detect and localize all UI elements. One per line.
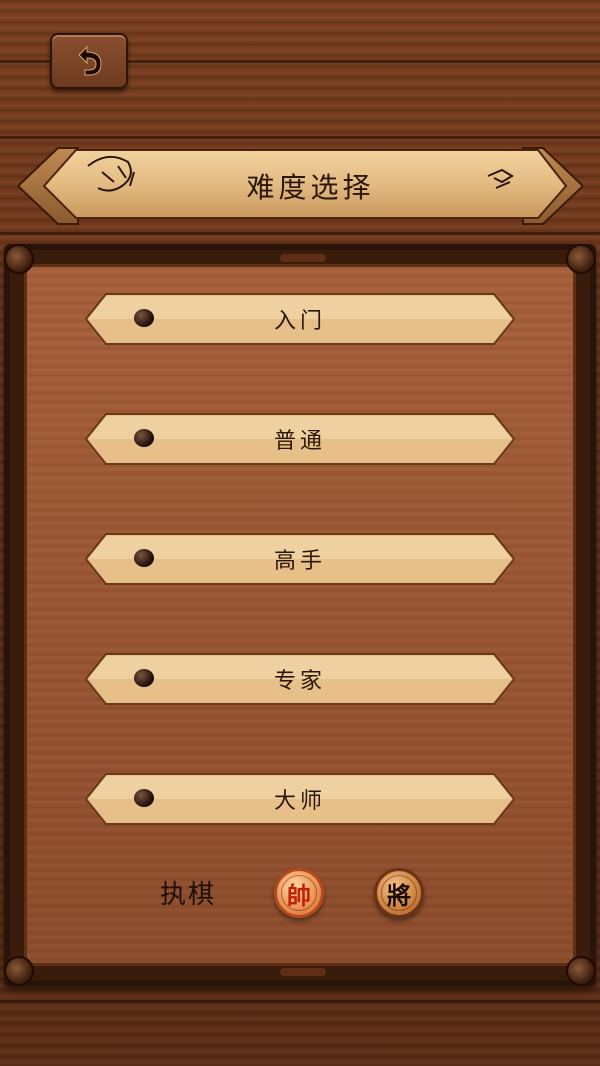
wood-seam bbox=[0, 232, 600, 235]
frame-corner-ornament bbox=[566, 956, 596, 986]
panel-inner bbox=[24, 264, 576, 966]
difficulty-label: 大师 bbox=[273, 789, 326, 814]
frame-corner-ornament bbox=[4, 956, 34, 986]
frame-corner-ornament bbox=[566, 244, 596, 274]
piece-ring bbox=[381, 875, 417, 911]
difficulty-button-normal[interactable]: 普通 bbox=[84, 412, 516, 466]
red-side-piece-button[interactable]: 帥 bbox=[274, 868, 324, 918]
wood-seam bbox=[0, 1000, 600, 1003]
frame-corner-ornament bbox=[4, 244, 34, 274]
side-select-label: 执棋 bbox=[160, 880, 217, 910]
frame-notch bbox=[280, 254, 326, 262]
difficulty-button-master[interactable]: 大师 bbox=[84, 772, 516, 826]
back-button[interactable] bbox=[50, 33, 128, 89]
undo-arrow-icon bbox=[78, 45, 102, 76]
difficulty-label: 普通 bbox=[273, 429, 326, 454]
difficulty-label: 高手 bbox=[273, 549, 326, 574]
difficulty-button-beginner[interactable]: 入门 bbox=[84, 292, 516, 346]
difficulty-button-specialist[interactable]: 专家 bbox=[84, 652, 516, 706]
title-banner: 难度选择 bbox=[18, 142, 583, 230]
difficulty-label: 入门 bbox=[273, 309, 326, 334]
difficulty-button-expert-player[interactable]: 高手 bbox=[84, 532, 516, 586]
wood-seam bbox=[0, 136, 600, 139]
difficulty-label: 专家 bbox=[273, 669, 326, 694]
page-title: 难度选择 bbox=[246, 171, 375, 204]
piece-ring bbox=[281, 875, 317, 911]
black-side-piece-button[interactable]: 將 bbox=[374, 868, 424, 918]
frame-notch bbox=[280, 968, 326, 976]
